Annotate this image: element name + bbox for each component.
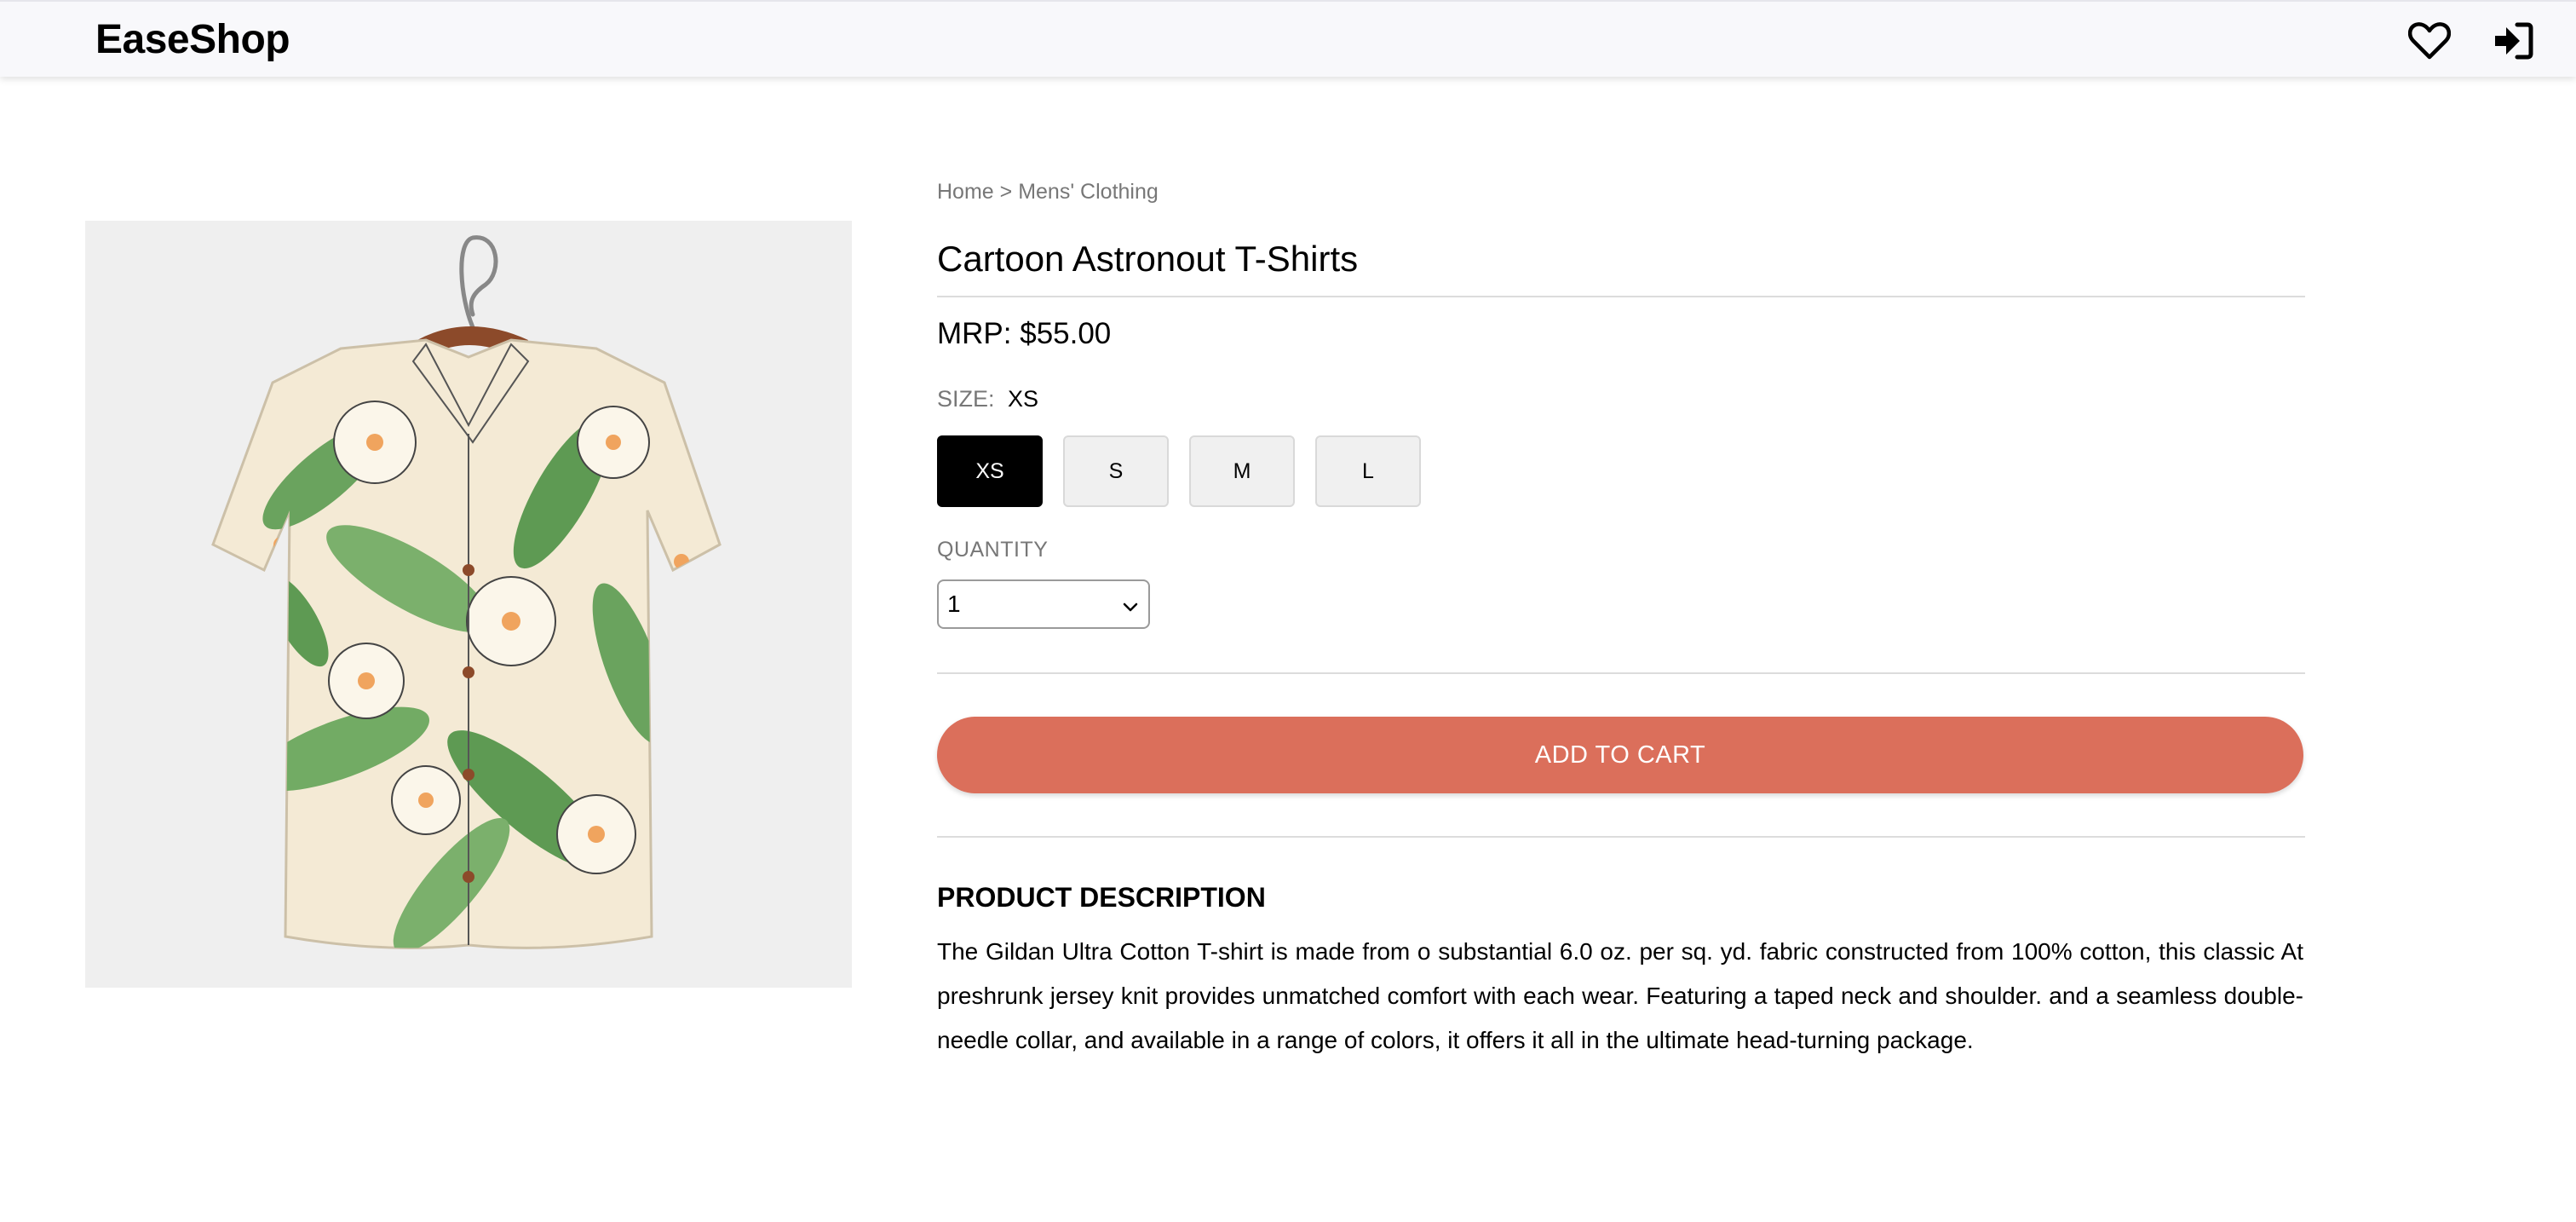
product-title: Cartoon Astronout T-Shirts: [937, 239, 1359, 279]
product-price: MRP: $55.00: [937, 317, 1112, 350]
description-text: The Gildan Ultra Cotton T-shirt is made …: [937, 938, 2303, 1053]
cart-divider: [937, 836, 2305, 838]
size-option-s[interactable]: S: [1063, 435, 1169, 507]
brand-logo[interactable]: EaseShop: [95, 14, 290, 66]
heart-icon[interactable]: [2406, 17, 2453, 65]
size-option-xs[interactable]: XS: [937, 435, 1043, 507]
size-option-m[interactable]: M: [1189, 435, 1295, 507]
login-icon[interactable]: [2489, 17, 2537, 65]
size-options: XS S M L: [937, 435, 1421, 507]
quantity-label: QUANTITY: [937, 538, 1049, 562]
quantity-divider: [937, 672, 2305, 674]
add-to-cart-button[interactable]: ADD TO CART: [937, 717, 2303, 793]
breadcrumb-separator: >: [999, 180, 1013, 204]
breadcrumb-category[interactable]: Mens' Clothing: [1018, 180, 1159, 204]
size-indicator: SIZE: XS: [937, 383, 1038, 414]
description-heading: PRODUCT DESCRIPTION: [937, 882, 1266, 913]
size-option-l[interactable]: L: [1315, 435, 1421, 507]
selected-size-value: XS: [1008, 386, 1039, 412]
chevron-down-icon: [1121, 595, 1140, 622]
quantity-value: 1: [947, 591, 961, 617]
breadcrumb: Home > Mens' Clothing: [937, 179, 1159, 205]
breadcrumb-home[interactable]: Home: [937, 180, 994, 204]
title-divider: [937, 296, 2305, 297]
quantity-select[interactable]: 1: [937, 579, 1150, 629]
size-label: SIZE:: [937, 386, 995, 412]
top-navbar: EaseShop: [0, 0, 2576, 77]
product-image: [85, 221, 852, 988]
